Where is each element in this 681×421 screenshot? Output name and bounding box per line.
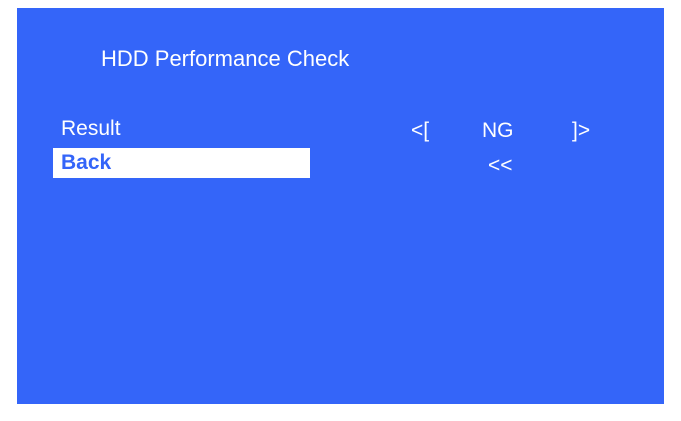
result-prev-arrow[interactable]: <[ xyxy=(411,116,429,146)
page-title: HDD Performance Check xyxy=(101,46,350,71)
result-status-value: NG xyxy=(482,119,514,142)
menu-item-result[interactable]: Result xyxy=(53,114,310,144)
menu-item-back[interactable]: Back xyxy=(53,148,310,178)
back-arrow-indicator: << xyxy=(488,154,513,177)
result-next-arrow[interactable]: ]> xyxy=(572,116,590,146)
hdd-check-screen: HDD Performance Check Result Back <[ NG … xyxy=(17,8,664,404)
